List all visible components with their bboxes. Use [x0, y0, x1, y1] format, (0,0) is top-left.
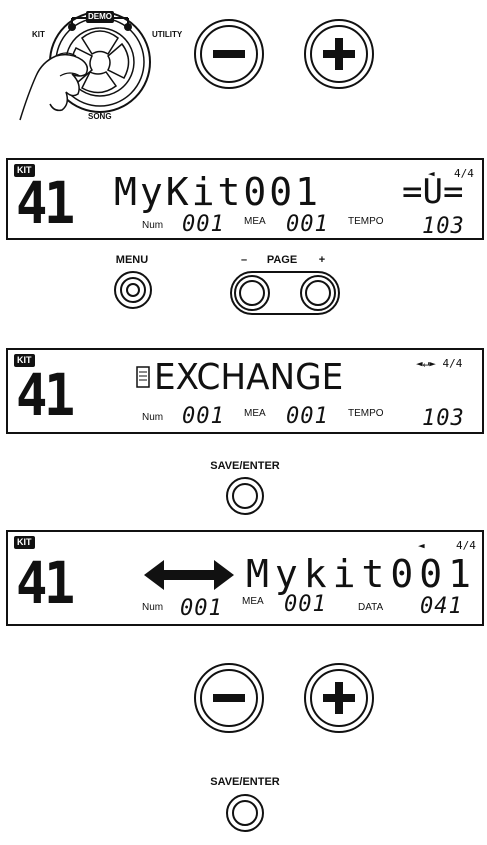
- page-label: PAGE: [266, 254, 298, 266]
- time-signature: 4/4: [454, 167, 474, 180]
- arrows-time-signature: ◄↵► 4/4: [416, 357, 463, 370]
- page-button[interactable]: [228, 270, 342, 316]
- exchange-arrow-icon: [144, 560, 234, 590]
- num-label: Num: [142, 220, 164, 231]
- save-enter-graphic: [226, 794, 264, 832]
- num-label: Num: [142, 602, 164, 613]
- save-enter-button[interactable]: [225, 793, 265, 833]
- lcd-display-1: KIT 41 MyKit001 =U= ◄ 4/4 Num 001 MEA 00…: [6, 158, 484, 240]
- dial-utility-label: UTILITY: [152, 30, 183, 39]
- kit-number: 41: [16, 361, 75, 429]
- minus-button[interactable]: [193, 662, 265, 734]
- data-value: 041: [420, 594, 463, 619]
- menu-button[interactable]: [113, 270, 153, 310]
- dial-demo-label: DEMO: [88, 12, 112, 21]
- num-value: 001: [182, 404, 225, 429]
- num-value: 001: [180, 596, 223, 621]
- save-enter-label: SAVE/ENTER: [210, 460, 280, 472]
- save-enter-graphic: [226, 477, 264, 515]
- tempo-value: 103: [422, 406, 465, 431]
- lcd-display-2: KIT 41 EXCHANGE ◄↵► 4/4 Num 001 MEA 001 …: [6, 348, 484, 434]
- mea-label: MEA: [244, 408, 266, 419]
- save-enter-button[interactable]: [225, 476, 265, 516]
- page-icon: [136, 366, 150, 388]
- data-label: DATA: [358, 602, 384, 613]
- minus-icon: [194, 663, 264, 733]
- mea-value: 001: [286, 404, 329, 429]
- kit-name: MyKit001: [114, 170, 322, 214]
- play-arrow-icon: ◄: [428, 167, 435, 180]
- plus-button[interactable]: [303, 662, 375, 734]
- dial-song-label: SONG: [88, 112, 112, 121]
- lcd-display-3: KIT 41 Mykit001 ◄ 4/4 Num 001 MEA 001 DA…: [6, 530, 484, 626]
- minus-icon: [194, 19, 264, 89]
- kit-number: 41: [16, 549, 75, 617]
- save-enter-label: SAVE/ENTER: [210, 776, 280, 788]
- plus-icon: [304, 19, 374, 89]
- menu-label: MENU: [115, 254, 149, 266]
- tempo-label: TEMPO: [348, 216, 384, 227]
- plus-icon: [304, 663, 374, 733]
- mea-value: 001: [286, 212, 329, 237]
- mea-label: MEA: [242, 596, 264, 607]
- kit-number: 41: [16, 169, 75, 237]
- mea-value: 001: [284, 592, 327, 617]
- mea-label: MEA: [244, 216, 266, 227]
- menu-button-graphic: [114, 271, 152, 309]
- num-value: 001: [182, 212, 225, 237]
- exchange-text: EXCHANGE: [154, 357, 344, 398]
- minus-button[interactable]: [193, 18, 265, 90]
- time-signature: 4/4: [456, 539, 476, 552]
- page-plus-label: +: [318, 254, 326, 266]
- kit-tag: KIT: [14, 536, 35, 549]
- play-arrow-icon: ◄: [418, 539, 425, 552]
- num-label: Num: [142, 412, 164, 423]
- page-minus-label: –: [240, 254, 248, 266]
- dial-kit-label: KIT: [32, 30, 45, 39]
- mode-dial[interactable]: DEMO KIT UTILITY SONG: [19, 0, 190, 125]
- tempo-value: 103: [422, 214, 465, 239]
- page-button-graphic: [230, 271, 340, 315]
- tempo-label: TEMPO: [348, 408, 384, 419]
- plus-button[interactable]: [303, 18, 375, 90]
- kit-name: Mykit001: [246, 552, 478, 596]
